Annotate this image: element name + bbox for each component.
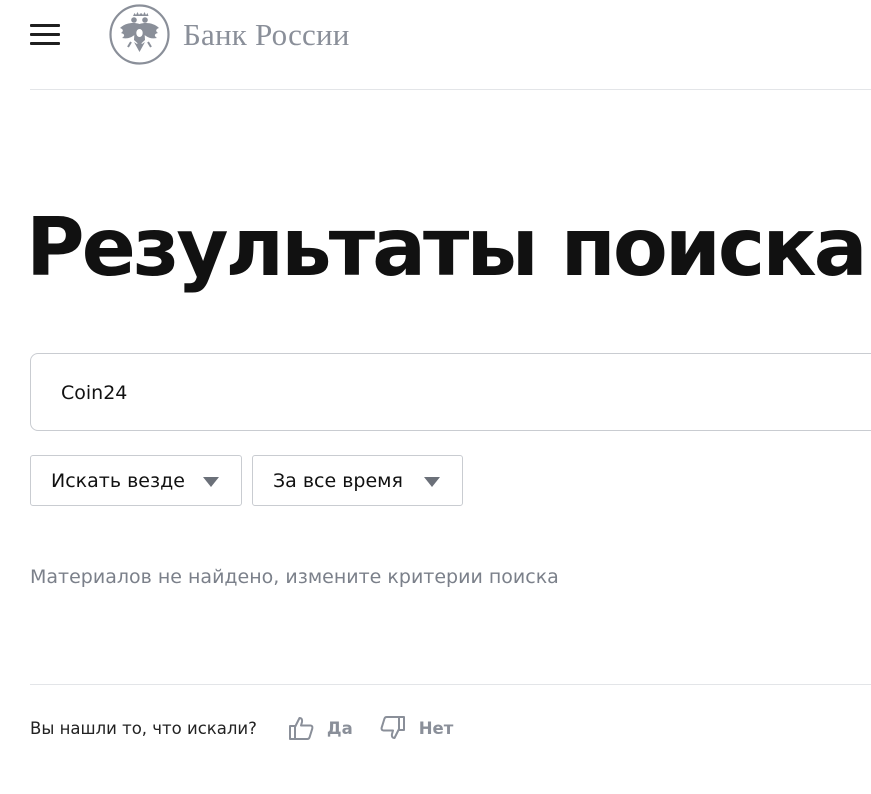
period-dropdown[interactable]: За все время — [252, 455, 463, 506]
feedback-no-button[interactable]: Нет — [379, 714, 454, 742]
header: Банк России — [0, 0, 871, 89]
feedback-no-label: Нет — [418, 718, 454, 738]
header-divider — [30, 89, 871, 90]
footer-divider — [30, 684, 871, 685]
page-title: Результаты поиска — [26, 201, 868, 294]
triangle-down-icon — [203, 477, 219, 487]
period-dropdown-label: За все время — [273, 469, 403, 492]
eagle-emblem-icon — [109, 4, 170, 65]
no-results-message: Материалов не найдено, измените критерии… — [30, 566, 559, 588]
triangle-down-icon — [424, 477, 440, 487]
feedback-yes-button[interactable]: Да — [287, 714, 353, 742]
search-input[interactable] — [61, 354, 841, 432]
logo-link[interactable]: Банк России — [109, 4, 350, 65]
hamburger-menu-icon[interactable] — [30, 24, 60, 46]
feedback-yes-label: Да — [326, 718, 353, 738]
search-box — [30, 353, 871, 432]
page: Банк России Результаты поиска Искать вез… — [0, 0, 871, 794]
thumbs-up-icon — [288, 717, 314, 740]
logo-text: Банк России — [183, 16, 350, 52]
feedback-question: Вы нашли то, что искали? — [30, 718, 257, 738]
scope-dropdown[interactable]: Искать везде — [30, 455, 242, 506]
thumbs-down-icon — [380, 716, 405, 739]
feedback-bar: Вы нашли то, что искали? Да Нет — [30, 711, 453, 745]
scope-dropdown-label: Искать везде — [51, 469, 185, 492]
